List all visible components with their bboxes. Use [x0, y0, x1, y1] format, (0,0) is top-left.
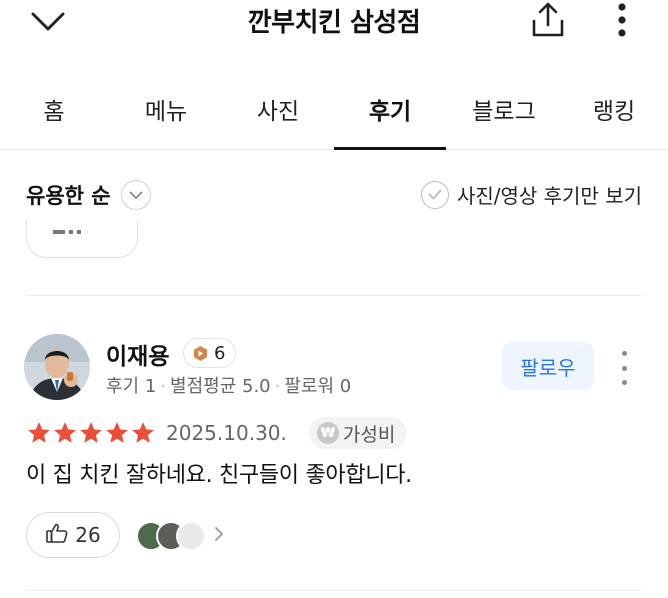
- like-button[interactable]: 26: [26, 512, 120, 558]
- top-bar: 깐부치킨 삼성점: [0, 0, 668, 44]
- review-author[interactable]: 이재용: [106, 337, 169, 371]
- level-hexagon-icon: [192, 345, 209, 362]
- tab-menu[interactable]: 메뉴: [116, 92, 216, 126]
- review-text: 이 집 치킨 잘하네요. 친구들이 좋아합니다.: [26, 463, 412, 488]
- tab-home[interactable]: 홈: [4, 92, 104, 126]
- tab-blog[interactable]: 블로그: [454, 92, 554, 126]
- divider: [26, 590, 642, 591]
- reactor-avatar: [176, 521, 206, 551]
- star-icon: [28, 422, 50, 443]
- tab-photos[interactable]: 사진: [228, 92, 328, 126]
- share-icon[interactable]: [528, 0, 568, 40]
- avatar[interactable]: [24, 334, 90, 400]
- star-rating: [26, 420, 156, 446]
- rating-row: 2025.10.30. ₩ 가성비: [26, 417, 408, 449]
- keyword-tag-label: 가성비: [342, 423, 396, 446]
- check-icon: [420, 180, 449, 209]
- follower-count: 팔로워 0: [284, 376, 352, 397]
- thumbs-up-icon: [45, 521, 69, 549]
- divider: [26, 295, 642, 296]
- tab-reviews[interactable]: 후기: [340, 92, 440, 126]
- more-vertical-icon[interactable]: [604, 0, 640, 40]
- chevron-right-icon: [214, 526, 224, 546]
- tab-bar: 홈 메뉴 사진 후기 블로그 랭킹: [0, 74, 668, 150]
- follow-button[interactable]: 팔로우: [502, 342, 594, 390]
- separator-dot: ·: [160, 376, 167, 397]
- won-icon: ₩: [316, 422, 339, 444]
- review-more-icon[interactable]: [612, 348, 636, 388]
- photo-only-label: 사진/영상 후기만 보기: [456, 184, 642, 208]
- sort-label: 유용한 순: [26, 184, 111, 208]
- level-badge: 6: [183, 338, 237, 368]
- level-number: 6: [214, 342, 226, 364]
- author-stats: 후기 1 · 별점평균 5.0 · 팔로워 0: [106, 372, 351, 398]
- average-rating: 별점평균 5.0: [170, 376, 271, 397]
- photo-only-toggle[interactable]: 사진/영상 후기만 보기: [420, 180, 642, 209]
- review-date: 2025.10.30.: [166, 421, 287, 445]
- tab-ranking[interactable]: 랭킹: [564, 92, 664, 126]
- previous-like-button[interactable]: [26, 220, 138, 258]
- thumbs-up-icon: [53, 226, 83, 242]
- star-icon: [80, 422, 102, 443]
- reactor-avatars[interactable]: [136, 520, 224, 552]
- review-count: 후기 1: [106, 376, 157, 397]
- separator-dot: ·: [274, 376, 281, 397]
- keyword-tag: ₩ 가성비: [308, 417, 408, 449]
- star-icon: [132, 422, 154, 443]
- star-icon: [54, 422, 76, 443]
- chevron-down-icon: [120, 180, 151, 210]
- sort-dropdown[interactable]: 유용한 순: [26, 180, 151, 210]
- star-icon: [106, 422, 128, 443]
- like-count: 26: [75, 523, 101, 547]
